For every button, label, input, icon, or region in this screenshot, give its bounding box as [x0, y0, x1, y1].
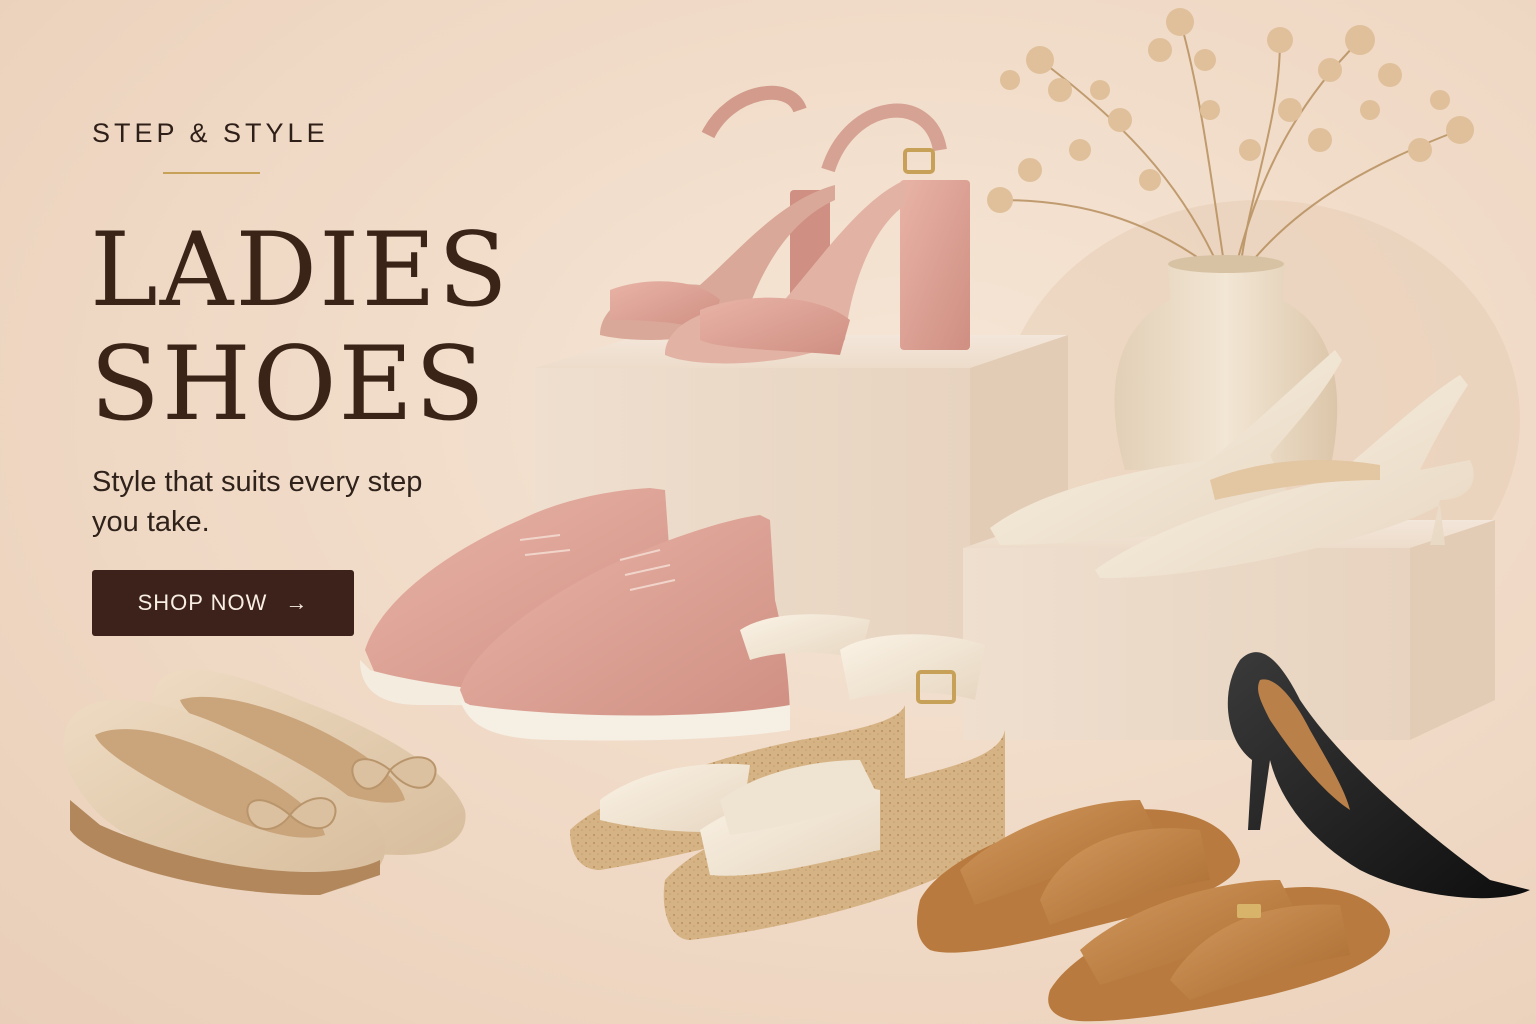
tagline: Style that suits every step you take. [92, 466, 423, 538]
eyebrow-text: STEP & STYLE [92, 118, 329, 148]
shop-now-label: SHOP NOW [137, 590, 268, 615]
headline-line-2: SHOES [90, 325, 487, 444]
gold-divider [163, 172, 260, 174]
blush-block-heel-sandals [600, 85, 970, 364]
shop-now-button[interactable]: SHOP NOW → [92, 570, 354, 636]
headline-line-1: LADIES [90, 211, 510, 330]
page-title: LADIES SHOES [90, 214, 510, 442]
arrow-right-icon: → [285, 590, 309, 615]
hero-banner: STEP & STYLE LADIES SHOES Style that sui… [0, 0, 1536, 1024]
